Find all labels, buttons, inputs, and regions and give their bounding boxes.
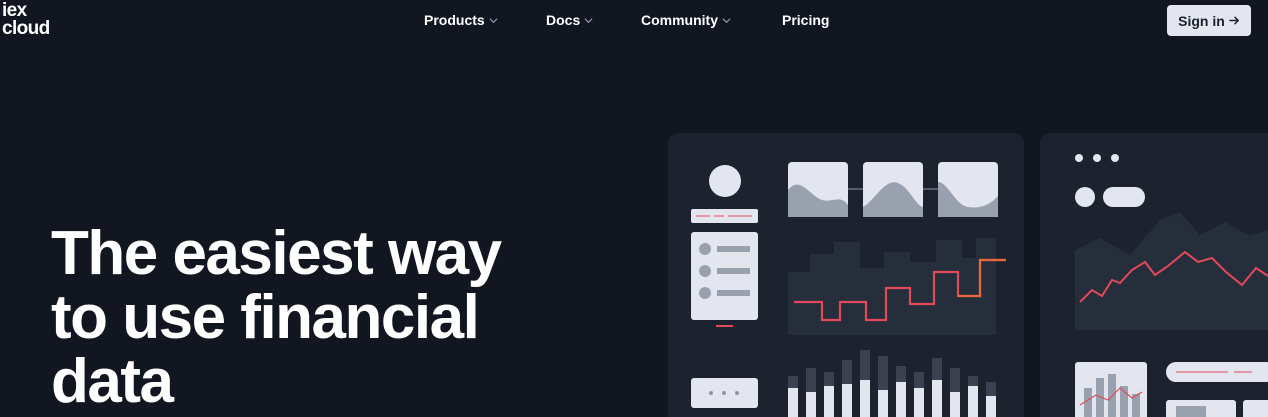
dashboard-illustration xyxy=(668,133,1268,417)
dot xyxy=(722,391,726,395)
dot xyxy=(709,391,713,395)
card-block xyxy=(1176,406,1206,417)
page: iex cloud Products Docs Community Pricin… xyxy=(0,0,1268,417)
list-bullet xyxy=(699,243,711,255)
pill-placeholder xyxy=(1103,187,1145,207)
bar xyxy=(1084,388,1092,417)
list-line xyxy=(717,290,750,296)
list-bullet xyxy=(699,287,711,299)
dot xyxy=(735,391,739,395)
list-line xyxy=(717,246,750,252)
window-dot xyxy=(1093,154,1101,162)
list-underline xyxy=(716,325,733,327)
window-dot xyxy=(1075,154,1083,162)
list-line xyxy=(717,268,750,274)
card-placeholder xyxy=(1243,400,1268,417)
avatar-placeholder xyxy=(709,165,741,197)
window-dot xyxy=(1111,154,1119,162)
list-bullet xyxy=(699,265,711,277)
avatar-placeholder xyxy=(1075,187,1095,207)
